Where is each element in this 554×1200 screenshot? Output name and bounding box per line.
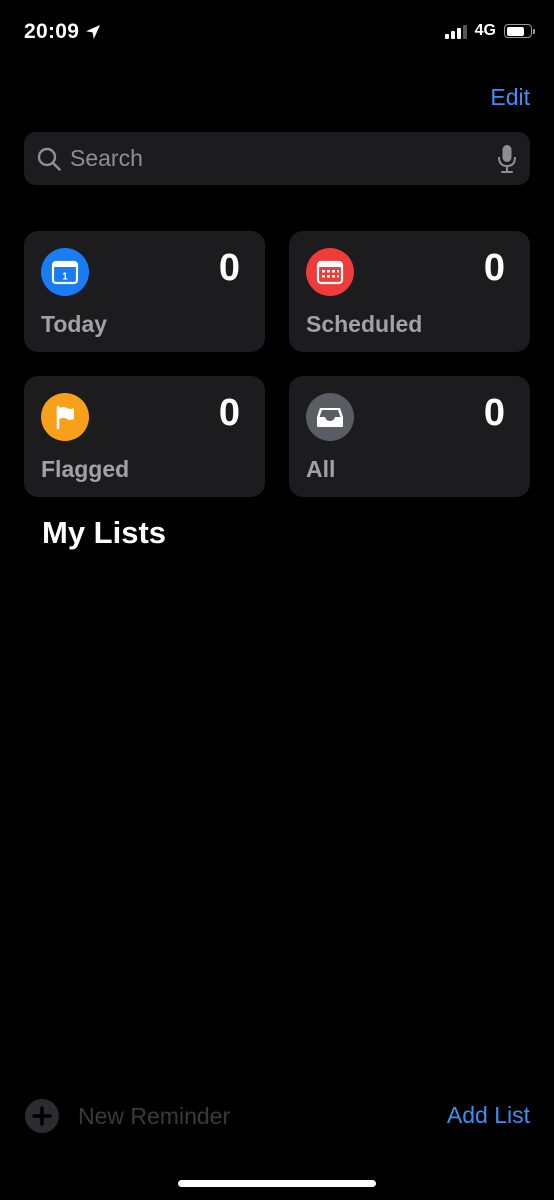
status-time: 20:09 (24, 20, 80, 43)
scheduled-count: 0 (483, 247, 505, 289)
battery-icon (504, 24, 535, 38)
tray-icon (306, 393, 354, 441)
scheduled-card[interactable]: 0 Scheduled (289, 231, 530, 352)
search-input[interactable] (70, 145, 496, 172)
today-card[interactable]: 1 0 Today (24, 231, 265, 352)
new-reminder-button[interactable]: New Reminder (24, 1098, 230, 1134)
all-card[interactable]: 0 All (289, 376, 530, 497)
search-bar[interactable] (24, 132, 530, 185)
all-label: All (306, 456, 336, 482)
add-list-button[interactable]: Add List (447, 1102, 530, 1129)
cellular-signal-icon (444, 23, 467, 39)
my-lists-heading: My Lists (42, 515, 167, 550)
today-label: Today (41, 311, 108, 337)
flagged-count: 0 (218, 392, 240, 434)
today-count: 0 (218, 247, 240, 289)
home-indicator[interactable] (178, 1180, 376, 1187)
network-type: 4G (474, 22, 496, 39)
location-arrow-icon (86, 25, 101, 39)
microphone-icon[interactable] (496, 144, 518, 174)
new-reminder-label: New Reminder (78, 1102, 231, 1129)
flagged-label: Flagged (41, 456, 130, 482)
edit-button[interactable]: Edit (490, 84, 530, 111)
all-count: 0 (483, 392, 505, 434)
search-icon (37, 147, 61, 171)
status-time-group: 20:09 (24, 20, 101, 44)
status-bar: 20:09 4G (0, 0, 554, 60)
flag-icon (41, 393, 89, 441)
status-indicators: 4G (444, 22, 535, 40)
calendar-today-icon: 1 (41, 248, 89, 296)
calendar-grid-icon (306, 248, 354, 296)
flagged-card[interactable]: 0 Flagged (24, 376, 265, 497)
svg-text:1: 1 (62, 272, 68, 283)
plus-circle-icon (25, 1099, 59, 1133)
scheduled-label: Scheduled (306, 311, 423, 337)
